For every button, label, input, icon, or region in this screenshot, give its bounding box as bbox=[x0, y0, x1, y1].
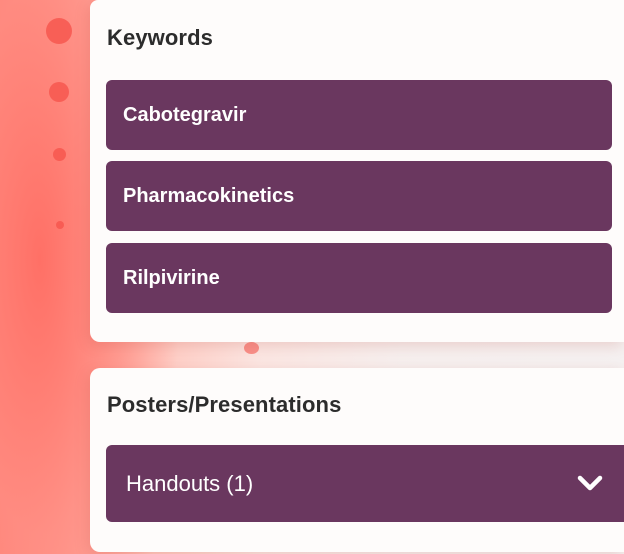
keyword-label: Pharmacokinetics bbox=[123, 184, 295, 207]
keyword-label: Cabotegravir bbox=[123, 103, 247, 126]
handouts-dropdown[interactable]: Handouts (1) bbox=[106, 445, 624, 522]
keyword-label: Rilpivirine bbox=[123, 266, 220, 289]
chevron-down-icon bbox=[577, 475, 603, 491]
keyword-pharmacokinetics[interactable]: Pharmacokinetics bbox=[106, 161, 612, 231]
background-dot bbox=[49, 82, 69, 102]
background-dot bbox=[244, 342, 259, 354]
keywords-heading: Keywords bbox=[107, 25, 213, 50]
keyword-rilpivirine[interactable]: Rilpivirine bbox=[106, 243, 612, 313]
posters-presentations-heading: Posters/Presentations bbox=[107, 392, 342, 417]
dropdown-selected-value: Handouts (1) bbox=[126, 470, 254, 496]
keywords-card: Keywords Cabotegravir Pharmacokinetics R… bbox=[90, 0, 624, 342]
background-dot bbox=[56, 221, 64, 229]
posters-presentations-card: Posters/Presentations Handouts (1) bbox=[90, 368, 624, 552]
keyword-cabotegravir[interactable]: Cabotegravir bbox=[106, 80, 612, 150]
background-dot bbox=[53, 148, 66, 161]
background-dot bbox=[46, 18, 72, 44]
